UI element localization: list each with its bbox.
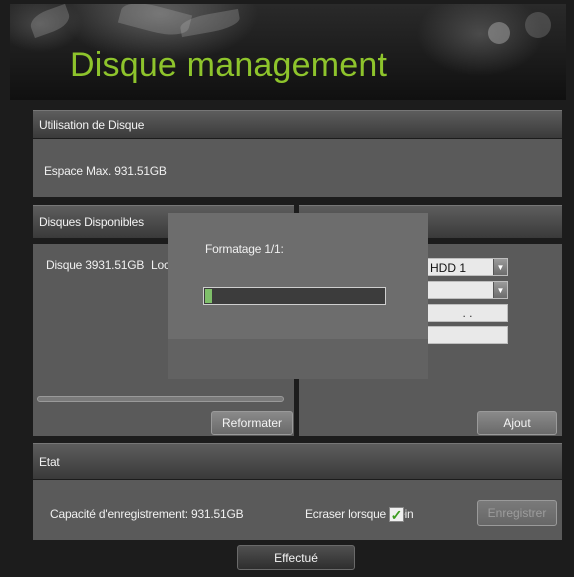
horizontal-scrollbar[interactable] bbox=[37, 396, 284, 402]
done-button[interactable]: Effectué bbox=[237, 545, 355, 570]
decor-orb bbox=[525, 12, 551, 38]
section-title: Disques Disponibles bbox=[39, 215, 144, 229]
dialog-footer bbox=[168, 339, 428, 379]
format-message: Formatage 1/1: bbox=[205, 242, 284, 256]
recording-capacity: Capacité d'enregistrement: 931.51GB bbox=[50, 507, 244, 521]
format-progress-fill bbox=[205, 289, 213, 303]
reformat-button[interactable]: Reformater bbox=[211, 411, 293, 435]
section-header-status: Etat bbox=[33, 443, 562, 479]
decor-leaf bbox=[27, 4, 73, 39]
decor-orb bbox=[488, 22, 510, 44]
ip-address-field[interactable]: . . bbox=[427, 304, 508, 322]
page-title: Disque management bbox=[70, 46, 388, 84]
overwrite-checkbox[interactable]: ✓ bbox=[389, 507, 404, 522]
dropdown-arrow-icon: ▼ bbox=[493, 259, 507, 275]
hdd-select-value: HDD 1 bbox=[430, 261, 467, 275]
dropdown-arrow-icon: ▼ bbox=[493, 282, 507, 298]
disk-label: Disque 3931.51GB bbox=[46, 258, 145, 272]
disk-type: Loc bbox=[151, 258, 170, 272]
section-title: Etat bbox=[39, 454, 60, 469]
section-title: Utilisation de Disque bbox=[39, 117, 145, 132]
save-button[interactable]: Enregistrer bbox=[477, 500, 557, 526]
format-progress-bar bbox=[203, 287, 386, 305]
page-header: Disque management bbox=[10, 4, 566, 100]
add-button[interactable]: Ajout bbox=[477, 411, 557, 435]
hdd-select[interactable]: HDD 1 ▼ bbox=[427, 258, 508, 276]
decor-leaf bbox=[178, 8, 242, 38]
second-select[interactable]: ▼ bbox=[427, 281, 508, 299]
path-field[interactable] bbox=[427, 326, 508, 344]
checkmark-icon: ✓ bbox=[390, 506, 403, 523]
max-space-text: Espace Max. 931.51GB bbox=[44, 164, 167, 178]
section-header-disk-usage: Utilisation de Disque bbox=[33, 110, 562, 138]
